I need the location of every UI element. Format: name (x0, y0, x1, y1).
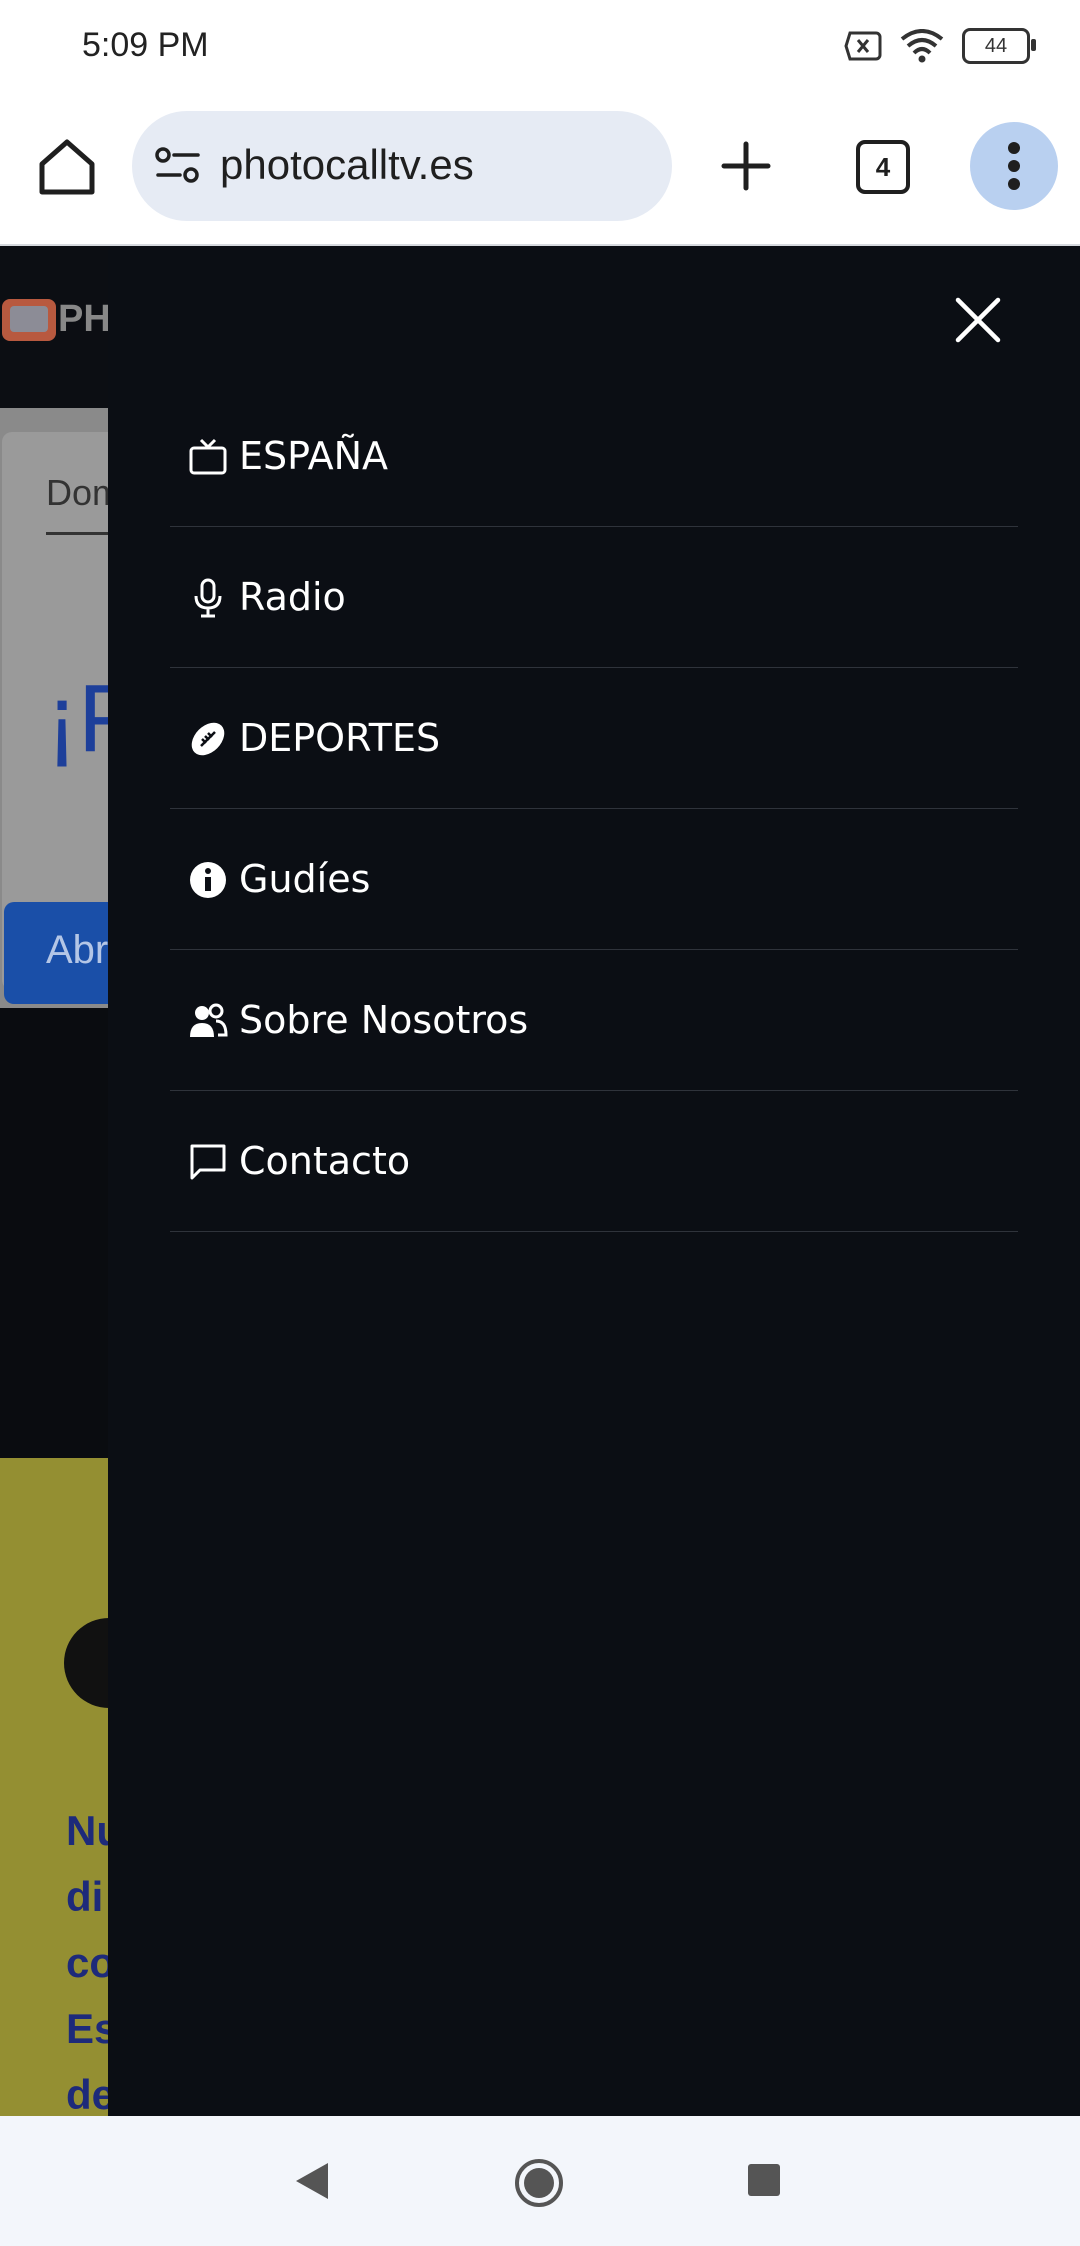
menu-item-label: Contacto (239, 1139, 411, 1183)
menu-item-deportes[interactable]: DEPORTES (170, 668, 1018, 809)
home-circle-icon[interactable] (514, 2158, 564, 2208)
menu-item-guides[interactable]: Gudíes (170, 809, 1018, 950)
close-icon[interactable] (950, 292, 1006, 348)
football-icon (191, 722, 225, 756)
microphone-icon (194, 578, 222, 618)
recent-apps-icon[interactable] (748, 2164, 780, 2196)
sim-off-icon (844, 31, 882, 61)
menu-item-label: ESPAÑA (239, 434, 389, 478)
browser-toolbar: photocalltv.es 4 (0, 96, 1080, 246)
info-icon (190, 862, 226, 898)
menu-item-label: Radio (239, 575, 346, 619)
drawer-menu: ESPAÑA Radio DEPORTES Gudíes Sobre Nosot… (170, 386, 1018, 1232)
consent-button-label: Abr (46, 928, 109, 972)
menu-item-espana[interactable]: ESPAÑA (170, 386, 1018, 527)
home-icon[interactable] (34, 134, 100, 200)
menu-item-contact[interactable]: Contacto (170, 1091, 1018, 1232)
wifi-icon (900, 29, 944, 63)
chat-icon (190, 1144, 226, 1180)
site-settings-icon[interactable] (154, 145, 202, 187)
menu-item-label: Sobre Nosotros (239, 998, 529, 1042)
menu-item-radio[interactable]: Radio (170, 527, 1018, 668)
menu-item-label: DEPORTES (239, 716, 441, 760)
tab-count: 4 (875, 151, 891, 182)
status-icons: 44 (844, 28, 1036, 64)
site-logo[interactable]: PH (2, 298, 111, 341)
users-icon (190, 1003, 228, 1037)
status-bar: 5:09 PM 44 (0, 0, 1080, 96)
address-bar[interactable]: photocalltv.es (132, 111, 672, 221)
navigation-drawer: ESPAÑA Radio DEPORTES Gudíes Sobre Nosot… (108, 246, 1080, 2116)
tab-switcher-button[interactable]: 4 (856, 140, 910, 194)
battery-icon: 44 (962, 28, 1036, 64)
logo-text: PH (58, 298, 111, 340)
back-icon[interactable] (292, 2160, 332, 2202)
new-tab-icon[interactable] (716, 136, 776, 196)
menu-item-about[interactable]: Sobre Nosotros (170, 950, 1018, 1091)
menu-item-label: Gudíes (239, 857, 371, 901)
tv-logo-icon (2, 298, 56, 341)
url-text: photocalltv.es (220, 141, 474, 188)
system-nav-bar (0, 2116, 1080, 2246)
browser-menu-button[interactable] (970, 122, 1058, 210)
battery-level: 44 (984, 34, 1008, 57)
status-time: 5:09 PM (82, 26, 209, 64)
tv-icon (189, 438, 227, 475)
